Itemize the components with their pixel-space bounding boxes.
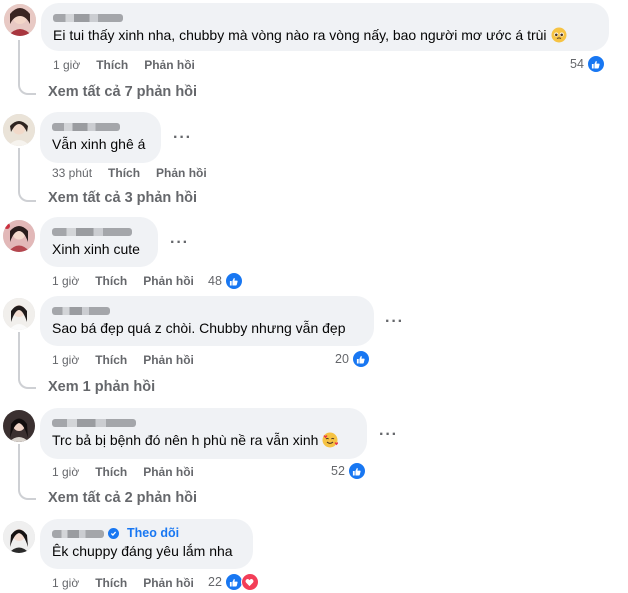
comment-time[interactable]: 1 giờ — [52, 464, 79, 480]
comment-actions: 1 giờ Thích Phản hồi — [52, 575, 194, 591]
author-name[interactable] — [52, 224, 146, 239]
like-button[interactable]: Thích — [96, 57, 128, 73]
reaction-count: 48 — [208, 274, 222, 288]
reaction-summary[interactable]: 20 — [335, 350, 370, 368]
reply-thread-line — [18, 40, 36, 95]
comment-actions: 1 giờ Thích Phản hồi — [53, 57, 195, 73]
reply-button[interactable]: Phản hồi — [143, 273, 194, 289]
commenter-avatar[interactable] — [3, 298, 35, 330]
reply-button[interactable]: Phản hồi — [156, 165, 207, 181]
reaction-summary[interactable]: 52 — [331, 462, 366, 480]
comment-text: Êk chuppy đáng yêu lắm nha — [52, 543, 233, 559]
view-replies-link[interactable]: Xem tất cả 2 phản hồi — [48, 490, 197, 506]
reaction-count: 22 — [208, 575, 222, 589]
reaction-summary[interactable]: 22 — [208, 573, 259, 591]
comment-time[interactable]: 1 giờ — [52, 352, 79, 368]
more-options-button[interactable]: ··· — [170, 235, 189, 251]
author-name[interactable]: Theo dõi — [52, 526, 241, 541]
reply-button[interactable]: Phản hồi — [143, 352, 194, 368]
comment-bubble: Theo dõi Êk chuppy đáng yêu lắm nha — [40, 519, 253, 569]
commenter-avatar[interactable] — [4, 4, 36, 36]
reply-thread-line — [18, 444, 36, 500]
reaction-summary[interactable]: 54 — [570, 55, 605, 73]
comment-time[interactable]: 1 giờ — [52, 273, 79, 289]
comment-actions: 33 phút Thích Phản hồi — [52, 165, 207, 181]
comment-text: Trc bả bị bệnh đó nên h phù nề ra vẫn xi… — [52, 432, 319, 448]
reaction-count: 54 — [570, 57, 584, 71]
view-replies-link[interactable]: Xem tất cả 7 phản hồi — [48, 84, 197, 100]
more-options-button[interactable]: ··· — [385, 314, 404, 330]
like-reaction-icon — [351, 350, 370, 368]
view-replies-link[interactable]: Xem tất cả 3 phản hồi — [48, 190, 197, 206]
reply-thread-line — [18, 148, 36, 202]
commenter-avatar[interactable] — [3, 114, 35, 146]
author-name[interactable] — [52, 119, 149, 134]
like-button[interactable]: Thích — [95, 464, 127, 480]
comment-text: Sao bá đẹp quá z chòi. Chubby nhưng vẫn … — [52, 320, 346, 336]
love-reaction-icon — [240, 573, 259, 591]
more-options-button[interactable]: ··· — [173, 130, 192, 146]
comment-time[interactable]: 1 giờ — [53, 57, 80, 73]
reply-thread-line — [18, 332, 36, 389]
smiling-face-with-hearts-emoji-icon — [322, 432, 339, 453]
like-button[interactable]: Thích — [108, 165, 140, 181]
like-reaction-icon — [224, 272, 243, 290]
comment-text: Xinh xinh cute — [52, 241, 140, 257]
reaction-count: 20 — [335, 352, 349, 366]
comment-actions: 1 giờ Thích Phản hồi — [52, 352, 194, 368]
follow-button[interactable]: Theo dõi — [127, 526, 179, 541]
reaction-count: 52 — [331, 464, 345, 478]
author-name[interactable] — [52, 415, 355, 430]
view-replies-link[interactable]: Xem 1 phản hồi — [48, 379, 155, 395]
like-button[interactable]: Thích — [95, 273, 127, 289]
like-reaction-icon — [347, 462, 366, 480]
author-name[interactable] — [53, 10, 597, 25]
reaction-summary[interactable]: 48 — [208, 272, 243, 290]
more-options-button[interactable]: ··· — [379, 427, 398, 443]
comment-text: Ei tui thấy xinh nha, chubby mà vòng nào… — [53, 27, 547, 43]
comment-actions: 1 giờ Thích Phản hồi — [52, 273, 194, 289]
commenter-avatar[interactable] — [3, 521, 35, 553]
reply-button[interactable]: Phản hồi — [143, 464, 194, 480]
like-reaction-icon — [586, 55, 605, 73]
like-button[interactable]: Thích — [95, 352, 127, 368]
comment-bubble: Vẫn xinh ghê á — [40, 112, 161, 163]
commenter-avatar[interactable] — [3, 220, 35, 252]
comment-bubble: Trc bả bị bệnh đó nên h phù nề ra vẫn xi… — [40, 408, 367, 459]
comment-bubble: Xinh xinh cute — [40, 217, 158, 267]
comment-bubble: Ei tui thấy xinh nha, chubby mà vòng nào… — [41, 3, 609, 51]
pleading-face-emoji-icon — [551, 27, 567, 48]
comment-bubble: Sao bá đẹp quá z chòi. Chubby nhưng vẫn … — [40, 296, 374, 346]
verified-badge-icon — [108, 528, 119, 539]
comment-time[interactable]: 1 giờ — [52, 575, 79, 591]
reply-button[interactable]: Phản hồi — [143, 575, 194, 591]
comment-time[interactable]: 33 phút — [52, 165, 92, 181]
commenter-avatar[interactable] — [3, 410, 35, 442]
author-name[interactable] — [52, 303, 362, 318]
reply-button[interactable]: Phản hồi — [144, 57, 195, 73]
like-button[interactable]: Thích — [95, 575, 127, 591]
comment-text: Vẫn xinh ghê á — [52, 136, 146, 152]
comment-actions: 1 giờ Thích Phản hồi — [52, 464, 194, 480]
